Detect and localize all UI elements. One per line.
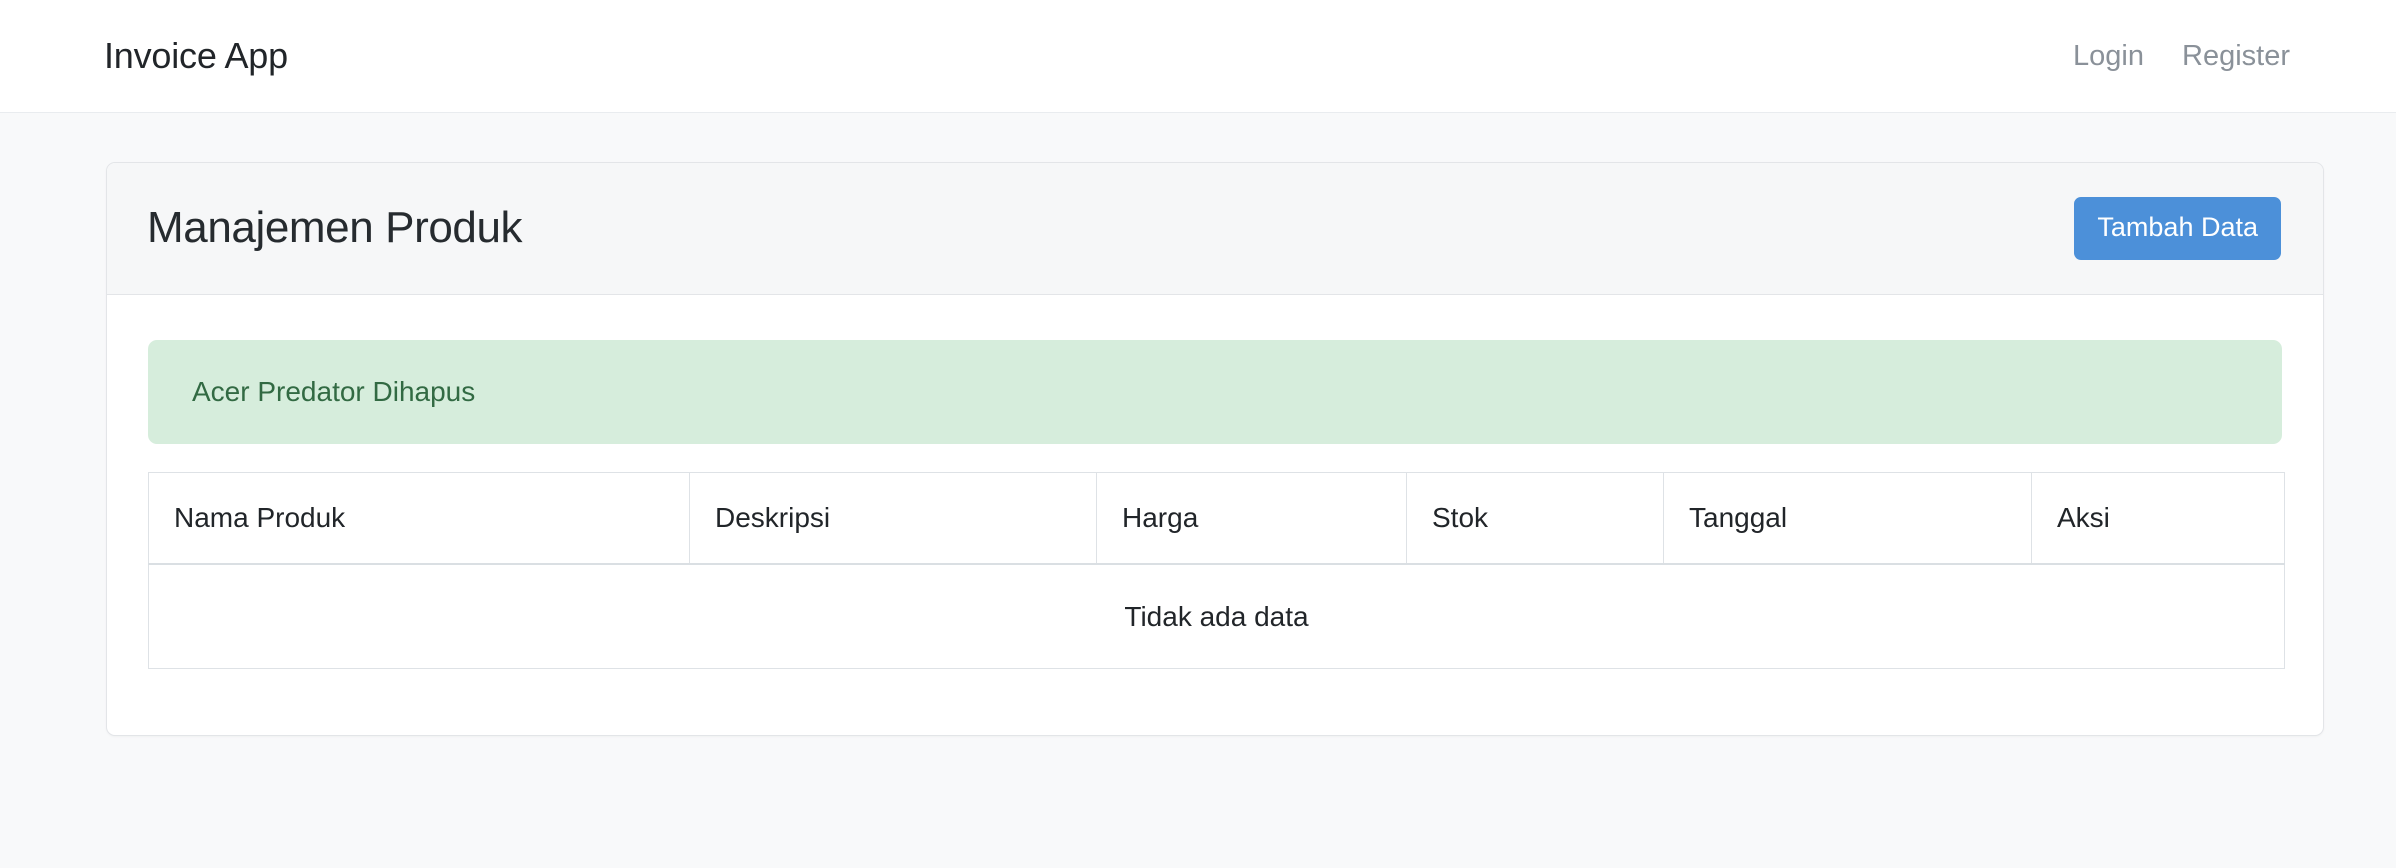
product-management-card: Manajemen Produk Tambah Data Acer Predat…	[106, 162, 2324, 736]
navbar-links: Login Register	[2073, 39, 2290, 74]
top-navbar: Invoice App Login Register	[0, 0, 2396, 113]
page-container: Manajemen Produk Tambah Data Acer Predat…	[0, 113, 2396, 736]
table-header-row: Nama Produk Deskripsi Harga Stok Tanggal…	[148, 471, 2285, 566]
card-header: Manajemen Produk Tambah Data	[107, 163, 2323, 295]
card-body: Acer Predator Dihapus Nama Produk Deskri…	[107, 295, 2323, 735]
navbar-brand[interactable]: Invoice App	[104, 34, 288, 77]
table-empty-row: Tidak ada data	[148, 563, 2285, 669]
page-title: Manajemen Produk	[147, 203, 523, 253]
add-data-button[interactable]: Tambah Data	[2074, 197, 2281, 260]
column-header-tanggal: Tanggal	[1663, 471, 2032, 566]
table-body: Tidak ada data	[148, 563, 2285, 669]
empty-state-message: Tidak ada data	[148, 563, 2285, 669]
success-alert: Acer Predator Dihapus	[148, 340, 2282, 444]
column-header-aksi: Aksi	[2031, 471, 2285, 566]
column-header-harga: Harga	[1096, 471, 1407, 566]
column-header-nama-produk: Nama Produk	[148, 471, 690, 566]
nav-link-register[interactable]: Register	[2182, 39, 2290, 74]
column-header-deskripsi: Deskripsi	[689, 471, 1097, 566]
column-header-stok: Stok	[1406, 471, 1664, 566]
products-table: Nama Produk Deskripsi Harga Stok Tanggal…	[148, 471, 2285, 669]
nav-link-login[interactable]: Login	[2073, 39, 2144, 74]
table-header: Nama Produk Deskripsi Harga Stok Tanggal…	[148, 471, 2285, 566]
